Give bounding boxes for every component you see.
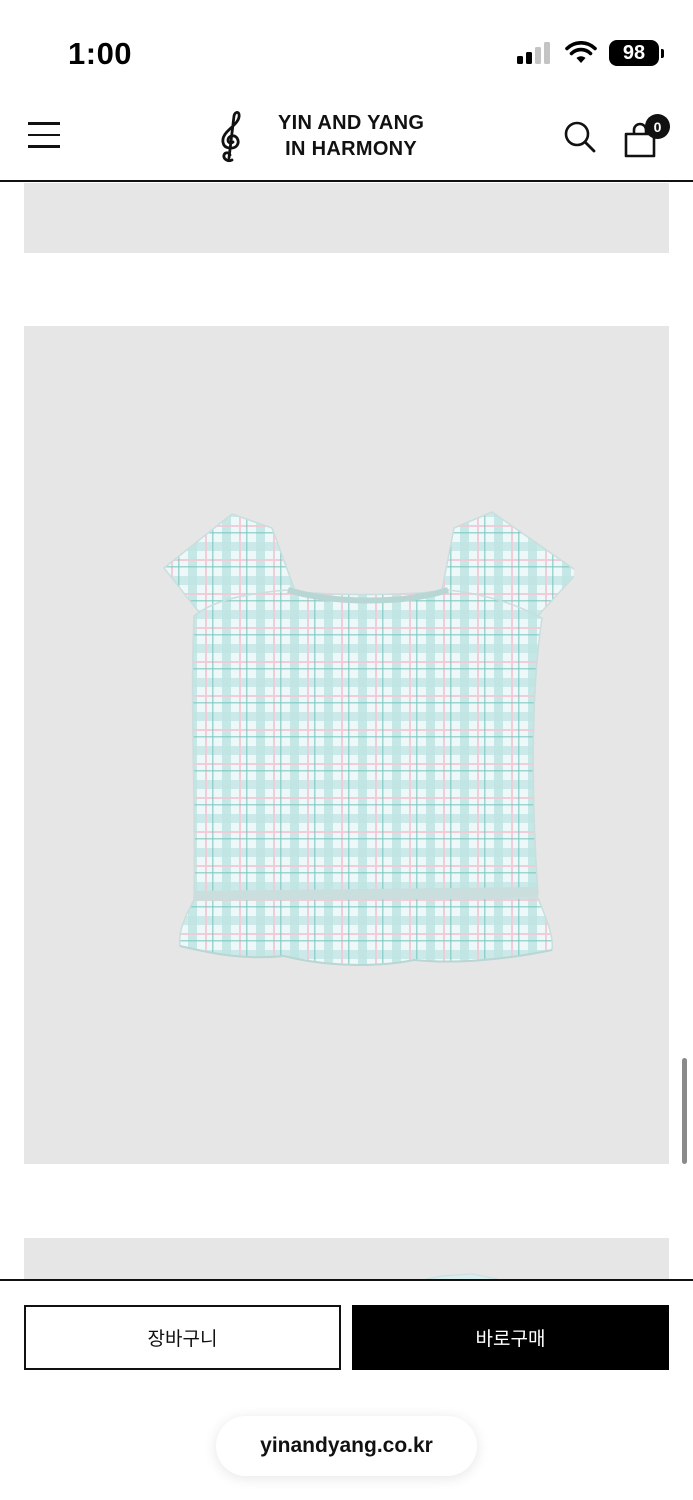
treble-clef-logo bbox=[221, 110, 241, 163]
battery-level: 98 bbox=[622, 41, 646, 64]
hamburger-menu-icon[interactable] bbox=[28, 122, 60, 152]
product-image-previous bbox=[24, 183, 669, 253]
brand-line-1: YIN AND YANG bbox=[278, 112, 425, 134]
cellular-signal-icon bbox=[517, 42, 550, 64]
brand-name: YIN AND YANG IN HARMONY bbox=[278, 110, 424, 162]
shopping-bag-button[interactable]: 0 bbox=[622, 114, 672, 158]
plaid-top-image bbox=[162, 511, 574, 966]
brand-home-link[interactable]: YIN AND YANG IN HARMONY bbox=[210, 108, 424, 164]
plaid-top-image-peek bbox=[424, 1273, 500, 1279]
product-image[interactable] bbox=[24, 326, 669, 1164]
product-detail-content bbox=[0, 183, 693, 1279]
status-icons: 98 bbox=[517, 40, 664, 66]
battery-icon: 98 bbox=[609, 40, 664, 66]
browser-address-bar[interactable]: yinandyang.co.kr bbox=[216, 1416, 477, 1476]
scrollbar[interactable] bbox=[682, 1058, 687, 1164]
status-bar: 1:00 98 bbox=[0, 0, 693, 100]
product-image-next bbox=[24, 1238, 669, 1279]
add-to-cart-button[interactable]: 장바구니 bbox=[24, 1305, 341, 1370]
cart-count-badge: 0 bbox=[645, 114, 670, 139]
buy-now-button[interactable]: 바로구매 bbox=[352, 1305, 669, 1370]
site-header: YIN AND YANG IN HARMONY 0 bbox=[0, 100, 693, 182]
wifi-icon bbox=[565, 41, 597, 63]
bottom-action-bar: 장바구니 바로구매 yinandyang.co.kr bbox=[0, 1279, 693, 1500]
brand-line-2: IN HARMONY bbox=[285, 138, 418, 160]
status-time: 1:00 bbox=[68, 36, 133, 71]
search-icon[interactable] bbox=[563, 120, 597, 154]
